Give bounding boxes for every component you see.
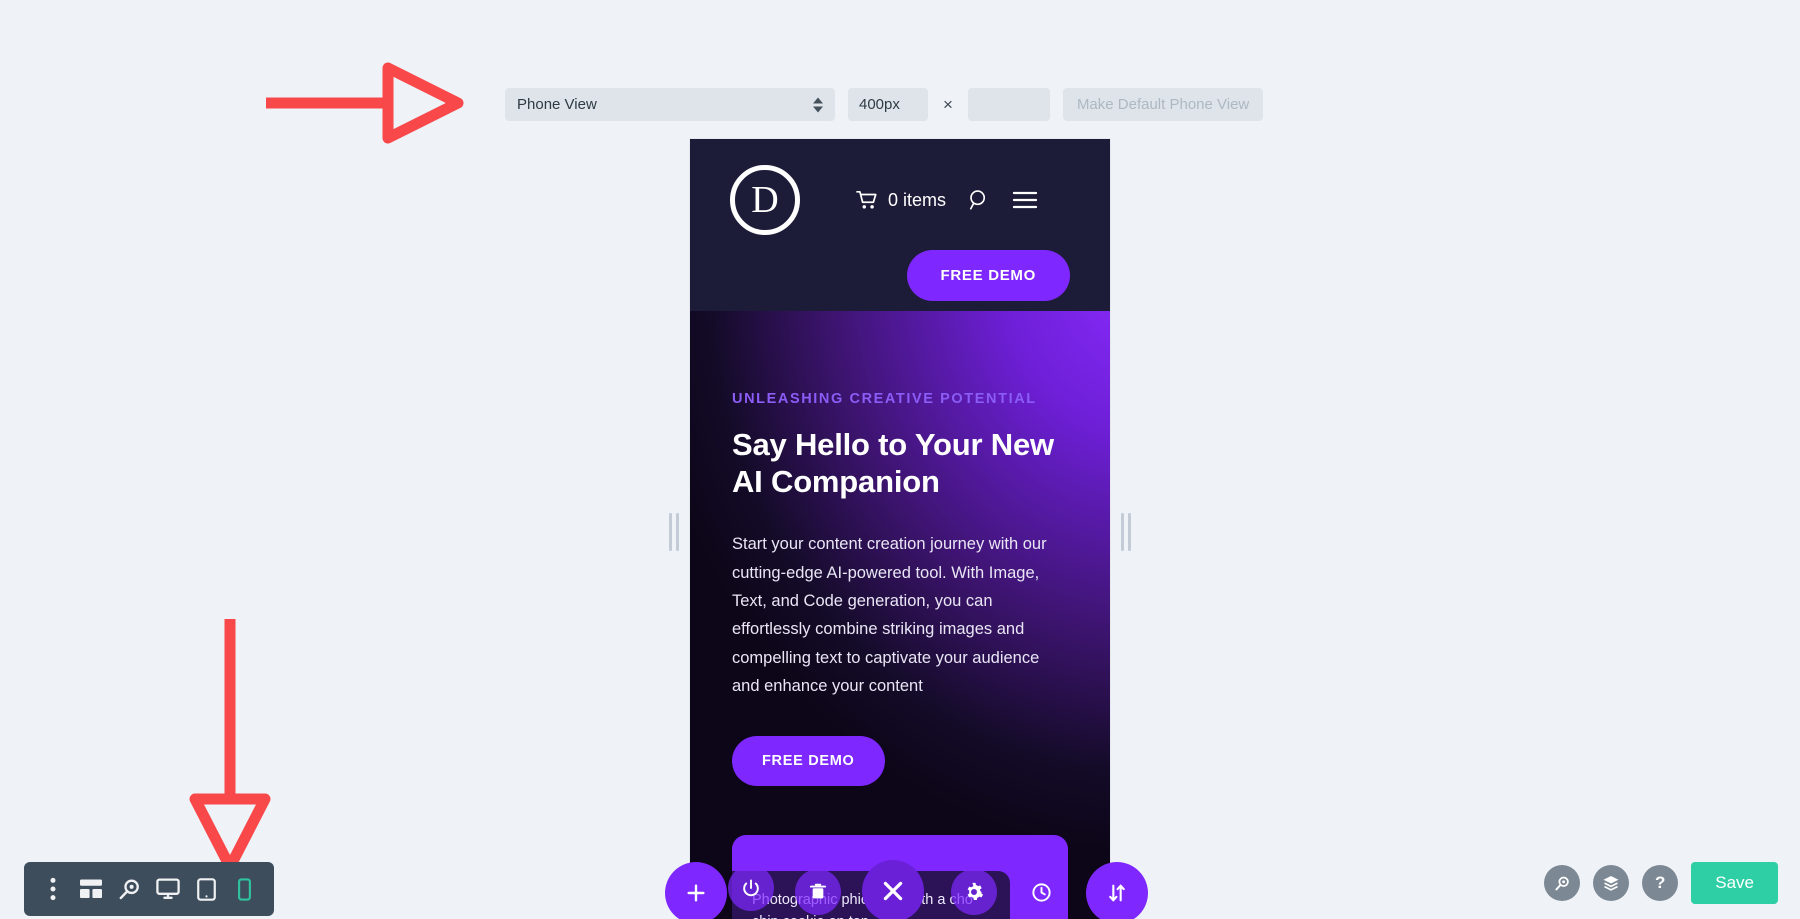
zoom-icon bbox=[119, 879, 140, 899]
logo-letter: D bbox=[751, 179, 779, 221]
header-free-demo-button[interactable]: FREE DEMO bbox=[906, 250, 1070, 301]
layers-icon bbox=[1603, 875, 1619, 891]
viewport-height-input[interactable] bbox=[967, 88, 1050, 121]
hero-free-demo-button[interactable]: FREE DEMO bbox=[732, 736, 885, 787]
annotation-arrow-down bbox=[189, 619, 271, 873]
zoom-out-button[interactable] bbox=[111, 862, 149, 916]
add-module-button[interactable] bbox=[665, 862, 727, 919]
close-icon bbox=[883, 881, 903, 901]
help-icon: ? bbox=[1655, 873, 1666, 892]
search-button[interactable] bbox=[1544, 865, 1581, 901]
phone-icon bbox=[238, 877, 252, 901]
chevron-updown-icon bbox=[813, 97, 823, 112]
close-builder-button[interactable] bbox=[862, 860, 924, 919]
page-settings-button[interactable] bbox=[728, 865, 774, 911]
viewport-select-value: Phone View bbox=[517, 96, 597, 113]
search-icon[interactable] bbox=[968, 189, 990, 211]
hero-paragraph: Start your content creation journey with… bbox=[732, 535, 1047, 696]
hero-eyebrow: UNLEASHING CREATIVE POTENTIAL bbox=[732, 391, 1037, 407]
more-options-button[interactable] bbox=[34, 862, 72, 916]
gear-icon bbox=[967, 882, 984, 900]
resize-handle-left[interactable] bbox=[666, 512, 682, 552]
divi-logo-icon[interactable]: D bbox=[730, 165, 800, 235]
viewport-select[interactable]: Phone View bbox=[505, 88, 835, 121]
hero-section: UNLEASHING CREATIVE POTENTIAL Say Hello … bbox=[690, 311, 1110, 919]
kebab-icon bbox=[50, 877, 56, 901]
wireframe-button[interactable] bbox=[72, 862, 110, 916]
search-icon bbox=[1555, 876, 1569, 890]
layers-button[interactable] bbox=[1593, 865, 1630, 901]
desktop-icon bbox=[156, 878, 180, 899]
resize-handle-right[interactable] bbox=[1118, 512, 1134, 552]
viewport-width-input[interactable] bbox=[848, 88, 928, 121]
hamburger-menu-icon[interactable] bbox=[1012, 190, 1038, 210]
history-button[interactable] bbox=[1018, 869, 1064, 915]
responsive-viewport-toolbar: Phone View × Make Default Phone View bbox=[505, 88, 1264, 121]
sort-icon bbox=[1109, 884, 1125, 902]
hero-heading: Say Hello to Your New AI Companion bbox=[732, 427, 1054, 499]
trash-icon bbox=[809, 883, 827, 899]
wireframe-icon bbox=[80, 879, 103, 898]
save-button[interactable]: Save bbox=[1691, 862, 1778, 904]
dimension-separator: × bbox=[943, 94, 953, 114]
builder-canvas: Phone View × Make Default Phone View D bbox=[0, 0, 1800, 919]
phone-viewport-preview: D 0 items FREE DEMO UNLEASHING CREATIVE … bbox=[690, 139, 1110, 919]
tablet-view-button[interactable] bbox=[187, 862, 225, 916]
cart-link[interactable]: 0 items bbox=[856, 190, 946, 211]
delete-button[interactable] bbox=[795, 869, 841, 915]
site-header-nav: 0 items bbox=[856, 189, 1038, 211]
tablet-icon bbox=[197, 877, 216, 901]
settings-button[interactable] bbox=[951, 869, 997, 915]
annotation-arrow-right bbox=[266, 62, 464, 144]
phone-view-button[interactable] bbox=[226, 862, 264, 916]
builder-actions: ? Save bbox=[1544, 862, 1778, 904]
clock-icon bbox=[1031, 882, 1051, 902]
power-icon bbox=[743, 879, 759, 897]
cart-item-count: 0 items bbox=[888, 189, 947, 210]
make-default-phone-view-button[interactable]: Make Default Phone View bbox=[1062, 88, 1264, 121]
help-button[interactable]: ? bbox=[1642, 865, 1679, 901]
cart-icon bbox=[856, 190, 877, 209]
site-header: D 0 items FREE DEMO bbox=[690, 139, 1110, 311]
plus-icon bbox=[687, 884, 705, 902]
desktop-view-button[interactable] bbox=[149, 862, 187, 916]
device-preview-toolbar bbox=[24, 862, 274, 916]
sort-button[interactable] bbox=[1086, 862, 1148, 919]
